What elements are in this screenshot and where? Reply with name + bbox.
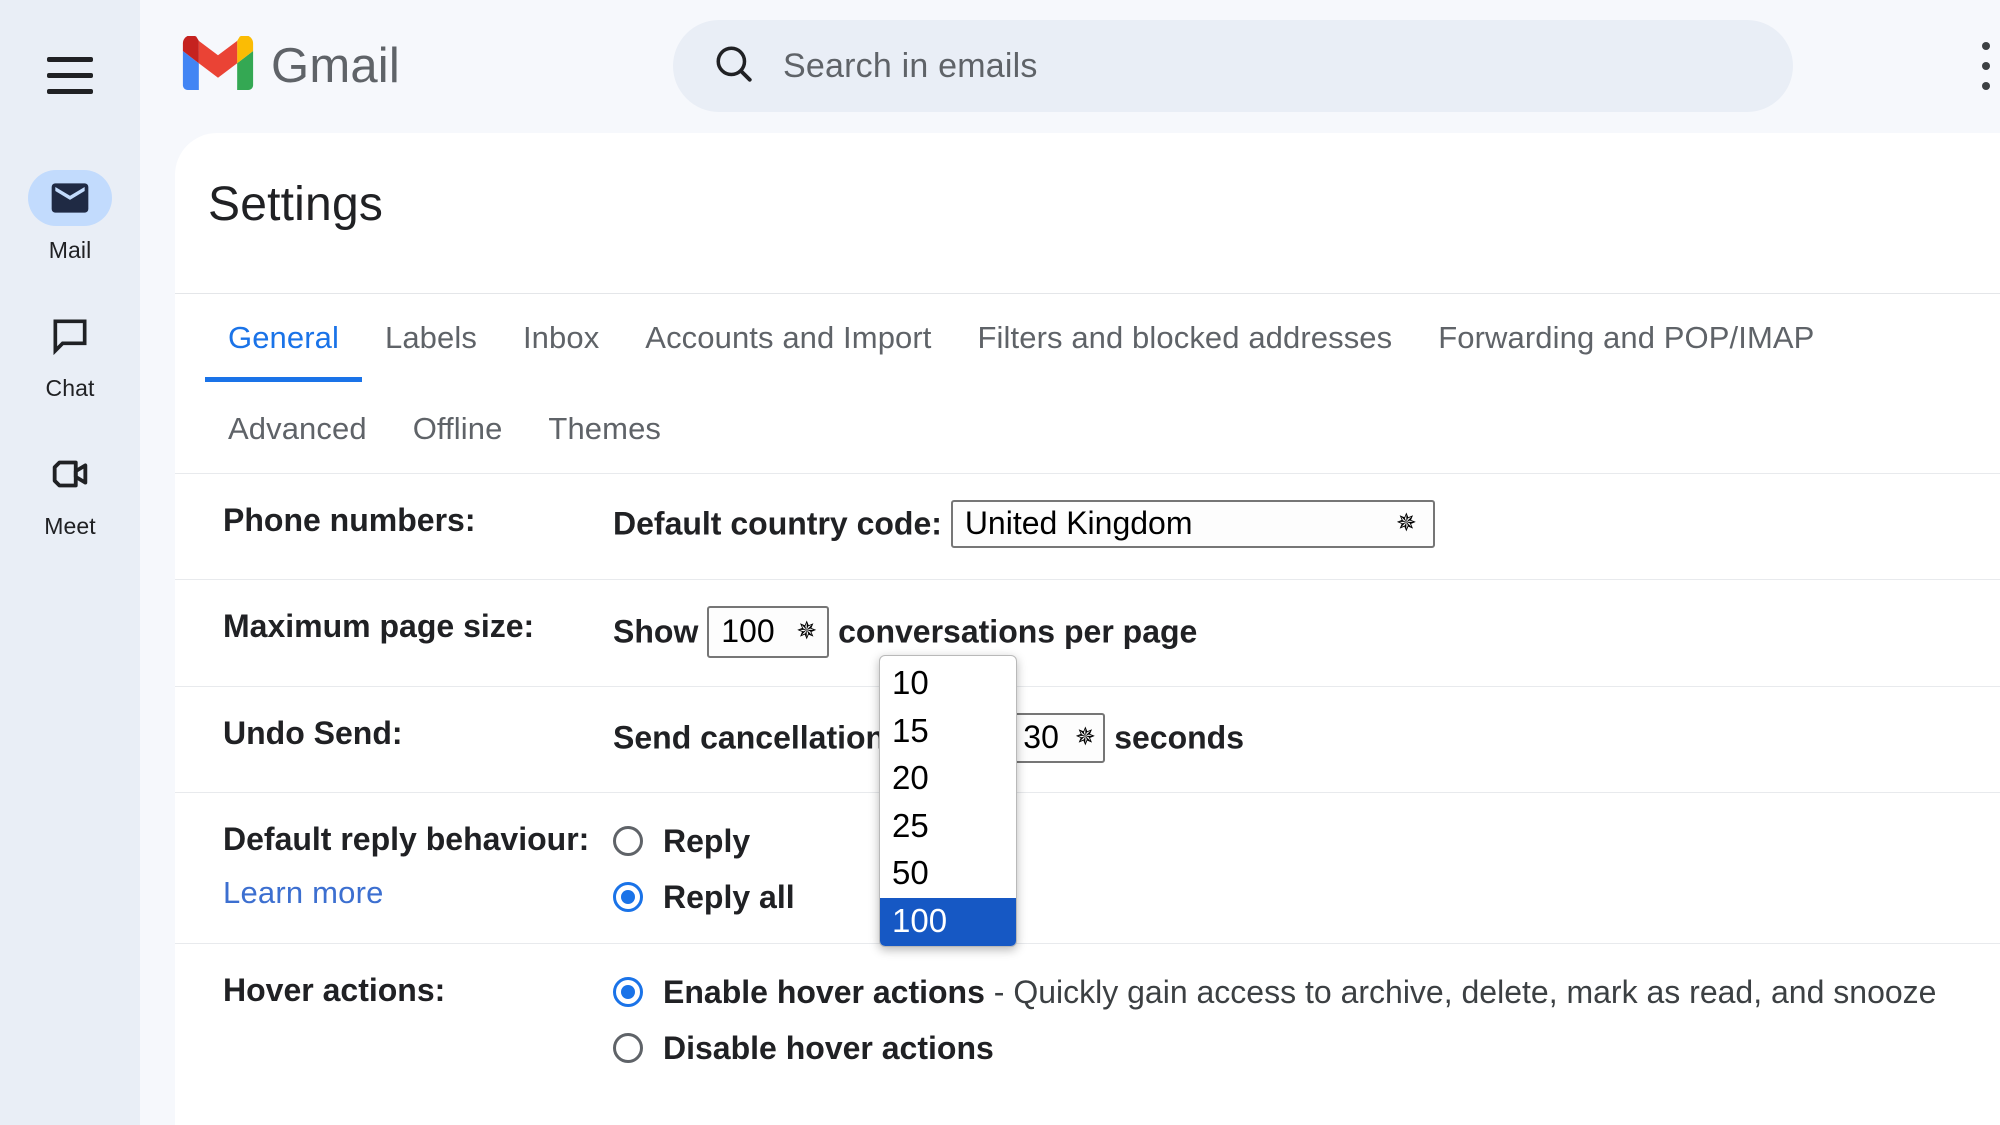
tab-advanced[interactable]: Advanced — [205, 389, 390, 473]
radio-label: Disable hover actions — [663, 1030, 994, 1066]
radio-button[interactable] — [613, 826, 643, 856]
setting-row-maximum-page-size: Maximum page size: Show 100 ✵ conversati… — [175, 579, 2000, 686]
radio-button-selected[interactable] — [613, 977, 643, 1007]
default-reply-option-reply[interactable]: Reply — [613, 821, 2000, 861]
default-country-code-label: Default country code: — [613, 505, 942, 542]
undo-send-period-select[interactable]: 30 ✵ — [1011, 713, 1106, 763]
page-size-select[interactable]: 100 ✵ — [707, 606, 830, 658]
rail-item-meet[interactable]: Meet — [0, 446, 140, 540]
hover-actions-option-enable[interactable]: Enable hover actions - Quickly gain acce… — [613, 972, 2000, 1012]
setting-row-default-reply-behaviour: Default reply behaviour: Learn more Repl… — [175, 792, 2000, 943]
top-bar: Gmail Search in emails — [140, 0, 2000, 133]
setting-label-text: Default reply behaviour: — [223, 821, 590, 857]
rail-item-chat[interactable]: Chat — [0, 308, 140, 402]
gmail-logo-link[interactable]: Gmail — [182, 35, 400, 95]
undo-send-period-value: 30 — [1023, 719, 1059, 755]
gmail-logo-icon — [182, 35, 254, 95]
learn-more-link[interactable]: Learn more — [223, 875, 613, 912]
setting-label: Default reply behaviour: Learn more — [223, 819, 613, 911]
gmail-wordmark: Gmail — [271, 38, 400, 93]
dropdown-option[interactable]: 25 — [880, 803, 1016, 851]
setting-label: Phone numbers: — [223, 502, 476, 538]
chevron-down-icon: ✵ — [796, 616, 818, 645]
tab-general[interactable]: General — [205, 298, 362, 382]
setting-row-undo-send: Undo Send: Send cancellation period: 30 … — [175, 686, 2000, 792]
page-size-dropdown-list[interactable]: 10 15 20 25 50 100 — [879, 655, 1017, 947]
chevron-down-icon: ✵ — [1395, 508, 1417, 537]
radio-label: Reply — [663, 823, 751, 859]
radio-label: Enable hover actions - Quickly gain acce… — [663, 972, 1936, 1012]
radio-label-text: Enable hover actions — [663, 974, 985, 1010]
tab-forwarding-and-pop-imap[interactable]: Forwarding and POP/IMAP — [1415, 298, 1837, 382]
kebab-dot — [1982, 62, 1990, 70]
dropdown-option[interactable]: 15 — [880, 708, 1016, 756]
setting-control-group: Default country code: United Kingdom ✵ — [613, 500, 2000, 550]
page-size-value: 100 — [721, 613, 775, 649]
radio-button-selected[interactable] — [613, 882, 643, 912]
setting-control-group: Send cancellation period: 30 ✵ seconds — [613, 713, 2000, 765]
default-reply-option-reply-all[interactable]: Reply all — [613, 877, 2000, 917]
kebab-dot — [1982, 42, 1990, 50]
setting-label: Hover actions: — [223, 972, 446, 1008]
rail-item-label: Mail — [48, 237, 92, 263]
setting-control-group: Show 100 ✵ conversations per page — [613, 606, 2000, 660]
tab-filters-and-blocked-addresses[interactable]: Filters and blocked addresses — [955, 298, 1416, 382]
tab-offline[interactable]: Offline — [390, 389, 526, 473]
rail-app-list: Mail Chat Meet — [0, 170, 140, 584]
tab-labels[interactable]: Labels — [362, 298, 500, 382]
setting-label: Undo Send: — [223, 715, 403, 751]
chat-bubble-icon — [28, 308, 112, 364]
gmail-settings-screen: Mail Chat Meet Gmail Search in emails Se… — [0, 0, 2000, 1125]
dropdown-option-selected[interactable]: 100 — [880, 898, 1016, 946]
page-title: Settings — [208, 178, 384, 231]
hamburger-bar — [47, 56, 93, 62]
tab-inbox[interactable]: Inbox — [500, 298, 622, 382]
dropdown-option[interactable]: 10 — [880, 660, 1016, 708]
hamburger-menu-icon[interactable] — [37, 42, 103, 108]
setting-control-group: Reply Reply all — [613, 819, 2000, 917]
more-options-icon[interactable] — [1966, 38, 2000, 94]
hamburger-bar — [47, 88, 93, 94]
tab-themes[interactable]: Themes — [525, 389, 684, 473]
setting-row-hover-actions: Hover actions: Enable hover actions - Qu… — [175, 943, 2000, 1094]
hamburger-bar — [47, 72, 93, 78]
search-placeholder: Search in emails — [783, 46, 1038, 85]
radio-label-description: - Quickly gain access to archive, delete… — [984, 974, 1937, 1010]
hover-actions-option-disable[interactable]: Disable hover actions — [613, 1028, 2000, 1068]
setting-row-phone-numbers: Phone numbers: Default country code: Uni… — [175, 473, 2000, 579]
settings-panel: Settings General Labels Inbox Accounts a… — [175, 133, 2000, 1125]
rail-item-label: Chat — [45, 375, 95, 401]
video-camera-icon — [28, 446, 112, 502]
search-icon — [713, 43, 755, 90]
chevron-down-icon: ✵ — [1074, 722, 1096, 751]
kebab-dot — [1982, 82, 1990, 90]
left-app-rail: Mail Chat Meet — [0, 0, 140, 1125]
setting-control-group: Enable hover actions - Quickly gain acce… — [613, 970, 2000, 1068]
radio-label: Reply all — [663, 879, 795, 915]
undo-send-suffix: seconds — [1114, 719, 1245, 756]
search-input[interactable]: Search in emails — [673, 20, 1793, 112]
mail-icon — [28, 170, 112, 226]
tab-accounts-and-import[interactable]: Accounts and Import — [622, 298, 954, 382]
setting-label: Maximum page size: — [223, 608, 535, 644]
radio-button[interactable] — [613, 1033, 643, 1063]
dropdown-option[interactable]: 50 — [880, 850, 1016, 898]
settings-tabs-row-2: Advanced Offline Themes — [175, 388, 684, 473]
dropdown-option[interactable]: 20 — [880, 755, 1016, 803]
rail-item-label: Meet — [44, 513, 96, 539]
settings-tabs-row-1: General Labels Inbox Accounts and Import… — [175, 293, 1837, 386]
default-country-code-value: United Kingdom — [964, 505, 1193, 541]
page-size-suffix: conversations per page — [838, 613, 1198, 650]
default-country-code-select[interactable]: United Kingdom ✵ — [950, 500, 1435, 548]
page-size-prefix: Show — [613, 613, 699, 650]
settings-rows: Phone numbers: Default country code: Uni… — [175, 473, 2000, 1094]
rail-item-mail[interactable]: Mail — [0, 170, 140, 264]
